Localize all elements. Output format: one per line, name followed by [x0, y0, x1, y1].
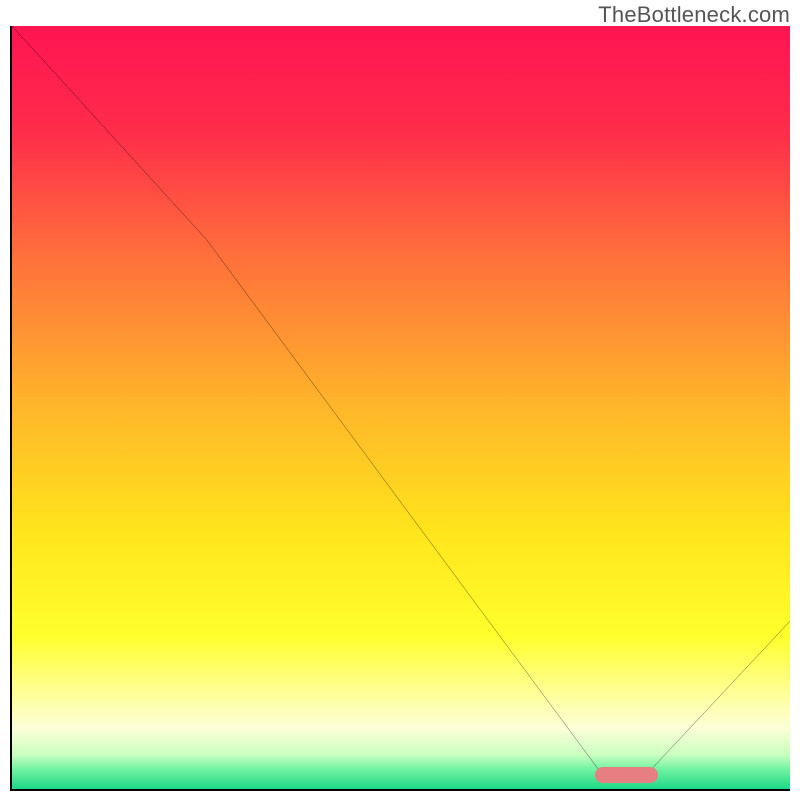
plot-area — [10, 26, 790, 791]
watermark-text: TheBottleneck.com — [598, 2, 790, 28]
optimal-marker — [595, 767, 658, 783]
bottleneck-curve — [12, 26, 790, 789]
